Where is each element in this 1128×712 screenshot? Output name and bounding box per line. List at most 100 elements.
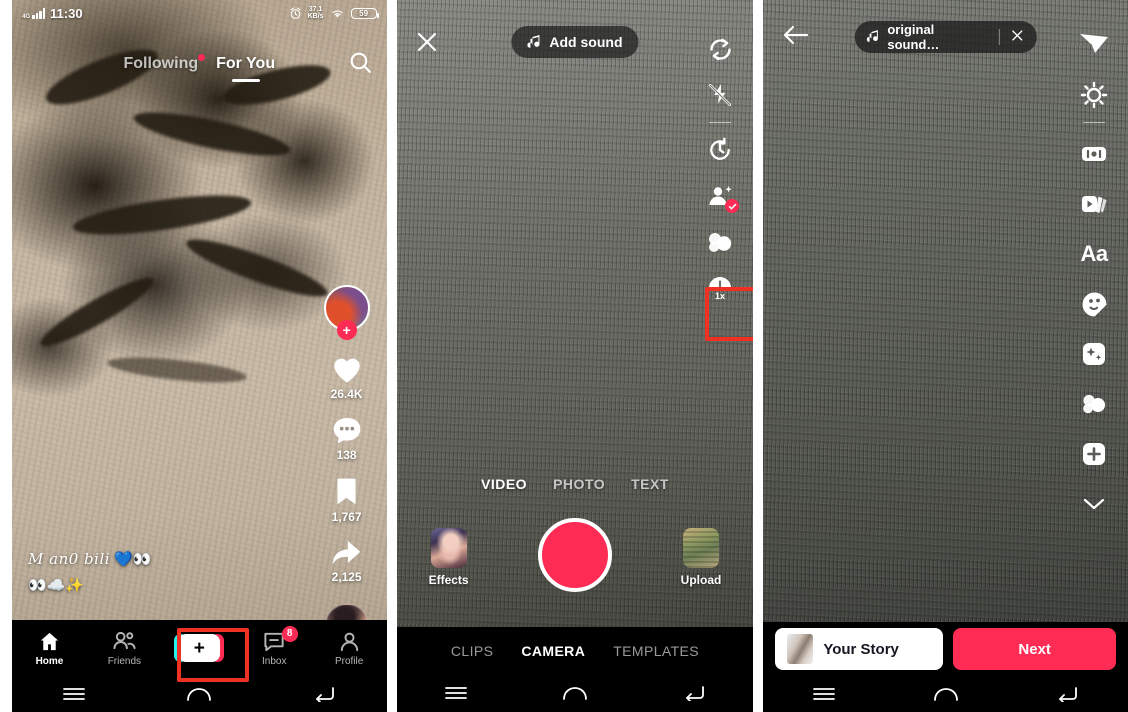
system-home-button[interactable]	[516, 685, 635, 701]
status-bar: 4G 11:30 37.1 KB/s 59	[12, 0, 387, 26]
create-plus-icon[interactable]: +	[174, 634, 225, 662]
filters-button[interactable]	[697, 219, 743, 265]
caption-emoji-2: 👀☁️✨	[28, 577, 85, 594]
share-arrow-icon	[332, 540, 361, 565]
nav-label-friends: Friends	[107, 655, 142, 667]
upload-button[interactable]: Upload	[681, 528, 721, 587]
tab-clips[interactable]: CLIPS	[451, 643, 493, 659]
bottom-navigation-bar: Home Friends + 8 Inbox Profile	[12, 620, 387, 712]
next-button[interactable]: Next	[953, 628, 1116, 670]
tab-for-you-label: For You	[216, 55, 276, 72]
sound-chip-close-button[interactable]	[1010, 28, 1025, 46]
your-story-button[interactable]: Your Story	[775, 628, 944, 670]
phone-panel-edit: original sound… Aa Your Story Next	[763, 0, 1128, 712]
send-icon	[1080, 34, 1108, 53]
rail-divider	[1083, 122, 1105, 123]
menu-icon	[63, 688, 86, 700]
wifi-icon	[331, 10, 343, 18]
effects-label: Effects	[428, 573, 469, 587]
send-to-button[interactable]	[1068, 20, 1120, 70]
inbox-badge: 8	[281, 625, 298, 642]
filters-button[interactable]	[1068, 379, 1120, 429]
rail-divider	[709, 122, 732, 123]
menu-icon	[813, 688, 836, 700]
mode-text[interactable]: TEXT	[631, 476, 669, 492]
edit-clips-button[interactable]	[1068, 179, 1120, 229]
follow-button[interactable]: +	[336, 320, 357, 340]
flash-off-icon	[709, 83, 732, 107]
comment-icon	[333, 418, 360, 444]
text-button[interactable]: Aa	[1068, 229, 1120, 279]
system-back-button[interactable]	[262, 686, 387, 702]
flip-camera-button[interactable]	[697, 26, 743, 72]
system-recents-button[interactable]	[12, 687, 137, 701]
beauty-button[interactable]	[697, 173, 743, 219]
check-icon	[728, 203, 737, 209]
bookmark-count: 1,767	[331, 510, 362, 524]
bookmark-icon	[337, 478, 356, 505]
mode-video[interactable]: VIDEO	[481, 476, 527, 492]
system-back-button[interactable]	[1006, 686, 1128, 702]
bookmark-action[interactable]: 1,767	[332, 476, 362, 524]
svg-text:1x: 1x	[715, 291, 725, 301]
timer-button[interactable]	[697, 127, 743, 173]
record-button[interactable]	[537, 518, 612, 592]
network-speed-unit: KB/s	[307, 13, 324, 20]
system-home-button[interactable]	[885, 686, 1007, 702]
search-button[interactable]	[348, 50, 373, 80]
camera-mode-tabs: VIDEO PHOTO TEXT	[397, 476, 754, 492]
sound-chip-label: original sound…	[887, 22, 940, 52]
chevron-down-icon	[1083, 498, 1105, 510]
system-back-button[interactable]	[634, 685, 753, 701]
nav-items: Home Friends + 8 Inbox Profile	[12, 620, 387, 676]
voice-effects-button[interactable]	[1068, 129, 1120, 179]
nav-item-friends[interactable]: Friends	[87, 630, 162, 667]
author-avatar[interactable]: +	[323, 285, 370, 340]
camera-close-button[interactable]	[415, 30, 439, 59]
edit-action-buttons: Your Story Next	[763, 622, 1128, 676]
status-right: 37.1 KB/s 59	[289, 6, 379, 21]
tab-camera[interactable]: CAMERA	[521, 643, 585, 659]
tab-following-label: Following	[123, 55, 199, 72]
edit-clips-icon	[1082, 196, 1107, 213]
comment-action[interactable]: 138	[331, 415, 363, 462]
effects-button[interactable]: Effects	[429, 528, 469, 587]
edit-back-button[interactable]	[783, 24, 809, 51]
caption-line-2: 👀☁️✨	[28, 576, 151, 594]
add-button[interactable]	[1068, 429, 1120, 479]
add-sound-button[interactable]: Add sound	[511, 26, 639, 58]
nav-item-inbox[interactable]: 8 Inbox	[237, 625, 312, 667]
battery-indicator: 59	[350, 7, 379, 19]
system-navigation-bar	[763, 676, 1128, 712]
effects-button[interactable]	[1068, 329, 1120, 379]
tab-for-you[interactable]: For You	[216, 55, 275, 73]
nav-item-create[interactable]: +	[162, 634, 237, 662]
stickers-button[interactable]	[1068, 279, 1120, 329]
stickers-icon	[1082, 292, 1106, 316]
system-recents-button[interactable]	[397, 686, 516, 700]
system-recents-button[interactable]	[763, 687, 885, 701]
speed-button[interactable]: 1x	[697, 265, 743, 311]
caption-author-name: M an0 bili	[28, 550, 111, 568]
friends-icon	[113, 631, 136, 649]
menu-icon	[445, 687, 467, 699]
system-navigation-bar	[397, 675, 754, 711]
nav-item-home[interactable]: Home	[12, 630, 87, 667]
system-home-button[interactable]	[137, 686, 262, 702]
sound-chip[interactable]: original sound…	[854, 21, 1037, 53]
tab-templates[interactable]: TEMPLATES	[613, 643, 699, 659]
like-action[interactable]: 26.4K	[330, 353, 364, 401]
back-icon	[685, 686, 704, 701]
next-label: Next	[1018, 640, 1051, 658]
flash-toggle-button[interactable]	[697, 72, 743, 118]
clock-label: 11:30	[50, 5, 83, 21]
mode-photo[interactable]: PHOTO	[553, 476, 605, 492]
tab-following[interactable]: Following	[123, 54, 206, 73]
more-tools-button[interactable]	[1068, 479, 1120, 529]
share-action[interactable]: 2,125	[330, 538, 363, 584]
adjust-clips-button[interactable]	[1068, 70, 1120, 120]
effects-icon	[1083, 343, 1105, 365]
nav-item-profile[interactable]: Profile	[312, 630, 387, 667]
share-count: 2,125	[331, 570, 362, 584]
back-icon	[1059, 687, 1078, 702]
